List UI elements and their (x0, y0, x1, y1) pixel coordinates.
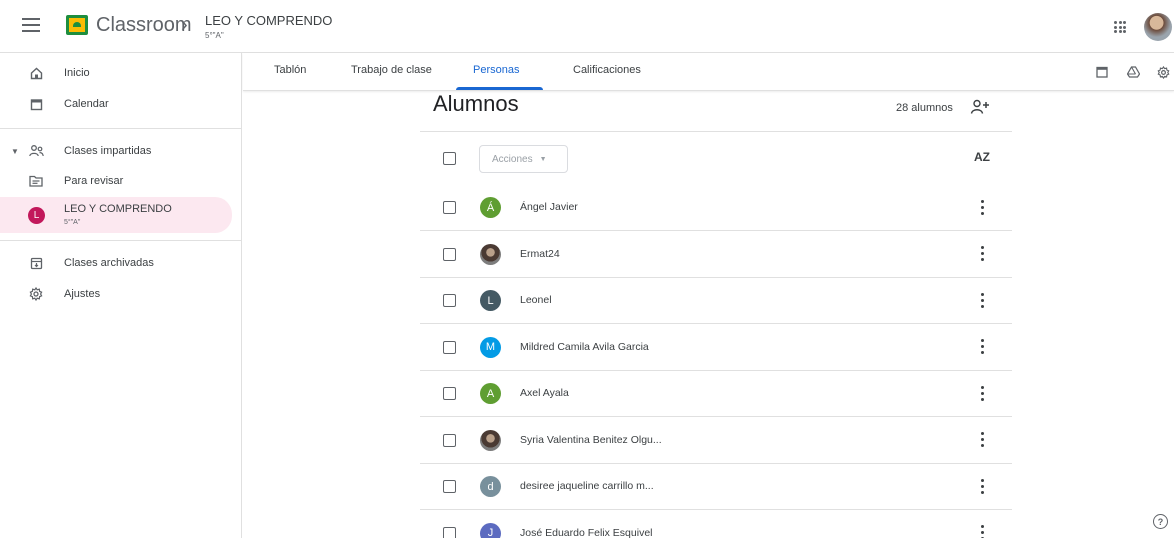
class-section: 5°"A" (205, 31, 224, 40)
student-avatar: L (480, 290, 501, 311)
student-checkbox[interactable] (443, 294, 456, 307)
student-name[interactable]: Leonel (520, 294, 552, 306)
sidebar-item-leo-y-comprendo[interactable]: L LEO Y COMPRENDO 5°"A" (0, 197, 232, 233)
student-avatar (480, 429, 501, 451)
drive-folder-icon[interactable] (1126, 65, 1140, 79)
sidebar-divider (0, 128, 242, 129)
student-checkbox[interactable] (443, 340, 456, 354)
student-row[interactable]: d desiree jaqueline carrillo m... (420, 464, 1012, 510)
more-options-icon[interactable] (980, 245, 984, 263)
settings-icon (28, 286, 44, 302)
student-row[interactable]: J José Eduardo Felix Esquivel (420, 511, 1012, 538)
sidebar-item-label: Clases archivadas (64, 257, 154, 269)
student-name[interactable]: Ermat24 (520, 248, 560, 260)
student-count: 28 alumnos (896, 102, 953, 114)
breadcrumb-separator: › (181, 14, 188, 36)
sidebar-item-label: Ajustes (64, 288, 101, 300)
student-avatar: Á (480, 197, 501, 218)
sidebar-item-label: Calendar (64, 98, 109, 110)
calendar-icon (28, 96, 44, 112)
people-icon (28, 143, 44, 159)
student-checkbox[interactable] (443, 433, 456, 447)
tab-calificaciones[interactable]: Calificaciones (573, 64, 641, 76)
actions-label: Acciones (492, 153, 533, 165)
student-checkbox[interactable] (443, 526, 456, 538)
more-options-icon[interactable] (980, 338, 984, 356)
student-name[interactable]: Syria Valentina Benitez Olgu... (520, 434, 662, 446)
classroom-logo-icon[interactable] (66, 15, 88, 35)
sidebar-item-para-revisar[interactable]: Para revisar (0, 166, 232, 196)
tab-trabajo-de-clase[interactable]: Trabajo de clase (351, 64, 432, 76)
student-row[interactable]: M Mildred Camila Avila Garcia (420, 325, 1012, 371)
student-name[interactable]: José Eduardo Felix Esquivel (520, 527, 653, 538)
student-avatar: J (480, 522, 501, 538)
student-row[interactable]: Ermat24 (420, 232, 1012, 278)
review-folder-icon (28, 173, 44, 189)
sidebar-divider (0, 240, 242, 241)
sidebar-item-label: LEO Y COMPRENDO (64, 203, 172, 215)
more-options-icon[interactable] (980, 431, 984, 449)
archive-icon (28, 255, 44, 271)
invite-students-icon[interactable] (970, 99, 990, 115)
student-checkbox[interactable] (443, 201, 456, 214)
student-row[interactable]: Á Ángel Javier (420, 185, 1012, 231)
sidebar-item-inicio[interactable]: Inicio (0, 58, 232, 88)
sidebar-item-calendar[interactable]: Calendar (0, 89, 232, 119)
section-title-alumnos: Alumnos (433, 91, 519, 116)
expand-arrow-icon[interactable]: ▼ (11, 147, 19, 156)
student-checkbox[interactable] (443, 387, 456, 400)
home-icon (28, 65, 44, 81)
more-options-icon[interactable] (980, 291, 984, 309)
student-row[interactable]: L Leonel (420, 278, 1012, 324)
main-menu-icon[interactable] (22, 18, 40, 32)
help-icon[interactable]: ? (1153, 514, 1168, 529)
student-avatar (480, 243, 501, 265)
tab-personas[interactable]: Personas (473, 64, 519, 76)
sidebar-item-ajustes[interactable]: Ajustes (0, 279, 232, 309)
student-name[interactable]: Axel Ayala (520, 387, 569, 399)
dropdown-caret-icon: ▼ (539, 155, 547, 163)
student-checkbox[interactable] (443, 247, 456, 261)
more-options-icon[interactable] (980, 524, 984, 538)
student-name[interactable]: Mildred Camila Avila Garcia (520, 341, 649, 353)
student-name[interactable]: desiree jaqueline carrillo m... (520, 480, 654, 492)
active-tab-indicator (456, 87, 543, 90)
sidebar-item-clases-archivadas[interactable]: Clases archivadas (0, 248, 232, 278)
student-avatar: A (480, 383, 501, 404)
more-options-icon[interactable] (980, 384, 984, 402)
google-apps-icon[interactable] (1114, 21, 1126, 33)
student-name[interactable]: Ángel Javier (520, 201, 578, 213)
sidebar-item-clases-impartidas[interactable]: ▼ Clases impartidas (0, 136, 232, 166)
calendar-icon[interactable] (1095, 65, 1109, 79)
sidebar-item-sublabel: 5°"A" (64, 219, 81, 226)
sidebar-item-label: Para revisar (64, 175, 124, 187)
select-all-checkbox[interactable] (443, 152, 456, 165)
sort-az-icon[interactable]: AZ (974, 150, 990, 164)
student-avatar: M (480, 336, 501, 358)
sidebar-item-label: Inicio (64, 67, 90, 79)
actions-dropdown[interactable]: Acciones ▼ (479, 145, 568, 173)
sidebar-item-label: Clases impartidas (64, 145, 152, 157)
section-divider (420, 131, 1012, 132)
student-checkbox[interactable] (443, 480, 456, 493)
user-avatar[interactable] (1144, 13, 1172, 41)
app-title[interactable]: Classroom (96, 14, 192, 37)
student-row[interactable]: A Axel Ayala (420, 371, 1012, 417)
more-options-icon[interactable] (980, 198, 984, 216)
student-row[interactable]: Syria Valentina Benitez Olgu... (420, 418, 1012, 464)
sidebar: Inicio Calendar ▼ Clases impartidas Para… (0, 53, 242, 538)
more-options-icon[interactable] (980, 477, 984, 495)
class-avatar: L (28, 206, 45, 224)
top-bar: Classroom › LEO Y COMPRENDO 5°"A" (0, 0, 1174, 53)
class-title[interactable]: LEO Y COMPRENDO (205, 13, 332, 28)
tab-bar: Tablón Trabajo de clase Personas Calific… (243, 53, 1174, 91)
tab-tablon[interactable]: Tablón (274, 64, 306, 76)
student-avatar: d (480, 476, 501, 497)
class-settings-icon[interactable] (1156, 65, 1170, 79)
